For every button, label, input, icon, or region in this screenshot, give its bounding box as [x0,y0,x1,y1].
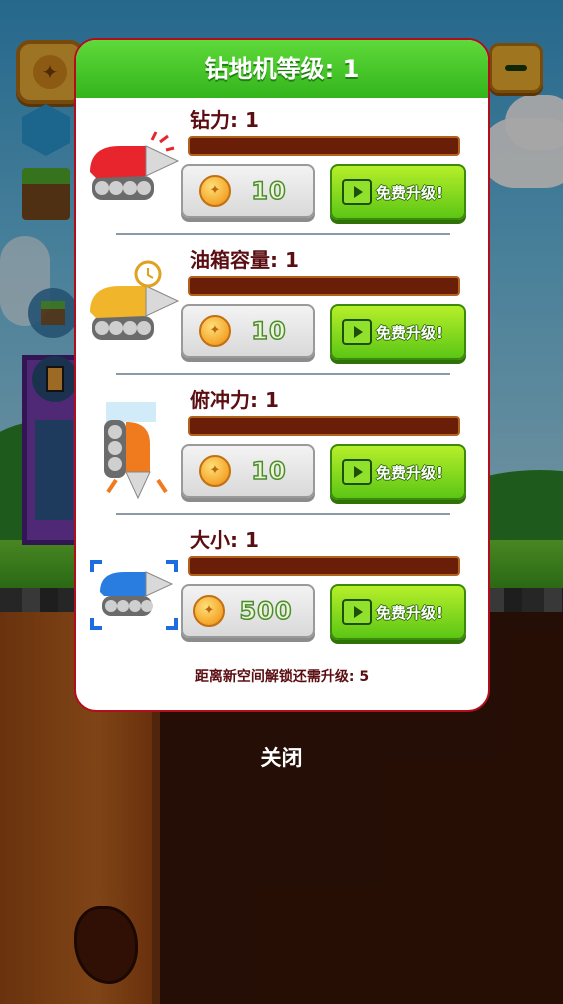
upgrade-label: 油箱容量: 1 [190,248,299,272]
dive-drill-icon [104,402,168,500]
modal-title: 钻地机等级: 1 [76,40,488,98]
video-play-icon [342,459,372,485]
upgrade-label: 大小: 1 [190,528,259,552]
upgrade-progress-bar [188,276,460,296]
coin-icon: ✦ [193,595,225,627]
free-upgrade-label: 免费升级! [376,463,443,482]
upgrade-row-drill-power: 钻力: 1 ✦ 10 免费升级! [76,100,488,238]
free-upgrade-label: 免费升级! [376,323,443,342]
upgrade-cost: 10 [251,316,287,346]
video-play-icon [342,179,372,205]
upgrade-label: 钻力: 1 [190,108,259,132]
upgrade-label: 俯冲力: 1 [190,388,279,412]
video-play-icon [342,599,372,625]
coin-icon: ✦ [199,315,231,347]
fuel-drill-icon [90,260,180,340]
upgrade-progress-bar [188,556,460,576]
upgrade-row-size: 大小: 1 ✦ 500 免费升级! [76,520,488,658]
free-upgrade-video-button[interactable]: 免费升级! [330,164,466,220]
upgrade-progress-bar [188,136,460,156]
free-upgrade-video-button[interactable]: 免费升级! [330,444,466,500]
coin-upgrade-button[interactable]: ✦ 10 [181,444,315,498]
row-divider [116,233,450,235]
coin-upgrade-button[interactable]: ✦ 500 [181,584,315,638]
free-upgrade-label: 免费升级! [376,603,443,622]
row-divider [116,513,450,515]
row-divider [116,373,450,375]
free-upgrade-video-button[interactable]: 免费升级! [330,304,466,360]
video-play-icon [342,319,372,345]
free-upgrade-label: 免费升级! [376,183,443,202]
red-drill-icon [90,131,180,200]
drill-upgrade-modal: 钻地机等级: 1 钻力: 1 ✦ 10 免费升级! 油箱容量: 1 ✦ 10 免… [74,38,490,712]
upgrade-row-dive-force: 俯冲力: 1 ✦ 10 免费升级! [76,380,488,518]
size-drill-icon [90,560,178,630]
coin-upgrade-button[interactable]: ✦ 10 [181,304,315,358]
free-upgrade-video-button[interactable]: 免费升级! [330,584,466,640]
upgrade-row-fuel-capacity: 油箱容量: 1 ✦ 10 免费升级! [76,240,488,378]
coin-icon: ✦ [199,455,231,487]
close-button[interactable]: 关闭 [0,742,563,772]
upgrade-cost: 10 [251,176,287,206]
unlock-hint: 距离新空间解锁还需升级: 5 [194,669,370,685]
coin-icon: ✦ [199,175,231,207]
coin-upgrade-button[interactable]: ✦ 10 [181,164,315,218]
upgrade-progress-bar [188,416,460,436]
upgrade-cost: 10 [251,456,287,486]
upgrade-cost: 500 [239,596,293,626]
